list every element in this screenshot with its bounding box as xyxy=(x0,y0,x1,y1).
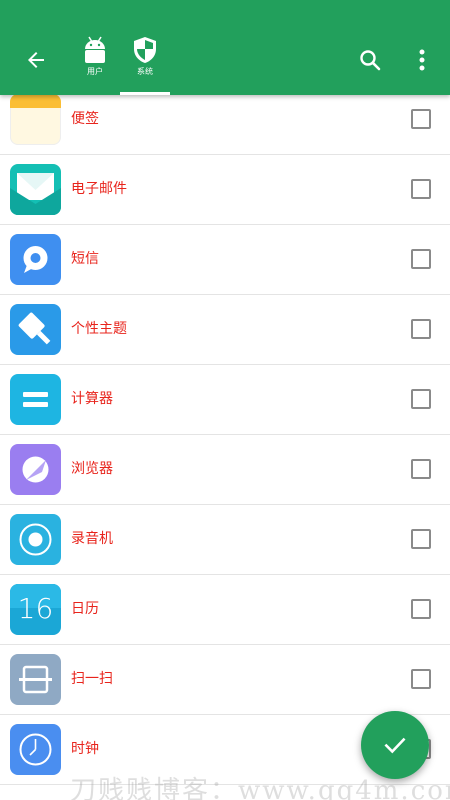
app-name: 浏览器 xyxy=(71,461,113,477)
select-checkbox[interactable] xyxy=(411,179,431,199)
list-item[interactable]: 电子邮件 xyxy=(0,155,450,225)
more-options-button[interactable] xyxy=(410,44,434,76)
back-button[interactable] xyxy=(16,40,56,80)
confirm-fab-button[interactable] xyxy=(361,711,429,779)
app-name: 短信 xyxy=(71,251,99,267)
theme-brush-icon xyxy=(10,304,61,355)
select-checkbox[interactable] xyxy=(411,109,431,129)
email-icon xyxy=(10,164,61,215)
select-checkbox[interactable] xyxy=(411,599,431,619)
list-item[interactable]: 16 日历 xyxy=(0,575,450,645)
app-name: 个性主题 xyxy=(71,321,127,337)
recorder-icon xyxy=(10,514,61,565)
list-item[interactable]: 录音机 xyxy=(0,505,450,575)
search-icon xyxy=(360,50,381,71)
more-vert-icon xyxy=(419,49,425,71)
tab-user-label: 用户 xyxy=(87,67,103,76)
list-item[interactable]: 扫一扫 xyxy=(0,645,450,715)
list-item[interactable]: 便签 xyxy=(0,95,450,155)
select-checkbox[interactable] xyxy=(411,529,431,549)
list-item[interactable]: 个性主题 xyxy=(0,295,450,365)
shield-icon xyxy=(134,37,156,63)
search-button[interactable] xyxy=(354,44,386,76)
select-checkbox[interactable] xyxy=(411,459,431,479)
sms-icon xyxy=(10,234,61,285)
calendar-icon-date: 16 xyxy=(17,592,54,625)
tab-system[interactable]: 系统 xyxy=(120,36,170,95)
app-name: 电子邮件 xyxy=(71,181,127,197)
select-checkbox[interactable] xyxy=(411,669,431,689)
select-checkbox[interactable] xyxy=(411,249,431,269)
browser-icon xyxy=(10,444,61,495)
selected-tab-indicator xyxy=(120,92,170,95)
list-item[interactable]: 计算器 xyxy=(0,365,450,435)
list-item[interactable]: 浏览器 xyxy=(0,435,450,505)
back-arrow-icon xyxy=(28,52,44,68)
calendar-icon: 16 xyxy=(10,584,61,635)
android-icon xyxy=(85,36,105,63)
check-icon xyxy=(384,737,406,754)
tab-system-label: 系统 xyxy=(137,67,153,76)
calculator-icon xyxy=(10,374,61,425)
select-checkbox[interactable] xyxy=(411,389,431,409)
list-item[interactable]: 短信 xyxy=(0,225,450,295)
app-name: 便签 xyxy=(71,111,99,127)
app-name: 日历 xyxy=(71,601,99,617)
clock-icon xyxy=(10,724,61,775)
app-name: 录音机 xyxy=(71,531,113,547)
select-checkbox[interactable] xyxy=(411,319,431,339)
app-name: 时钟 xyxy=(71,741,99,757)
app-name: 计算器 xyxy=(71,391,113,407)
scanner-icon xyxy=(10,654,61,705)
app-name: 扫一扫 xyxy=(71,671,113,687)
app-list: 便签 电子邮件 短信 个性主题 计算器 浏览器 录音机 16 日历 扫一扫 时钟 xyxy=(0,95,450,800)
tab-user[interactable]: 用户 xyxy=(70,36,120,95)
app-bar: 用户 系统 xyxy=(0,0,450,95)
notes-icon xyxy=(10,95,61,145)
